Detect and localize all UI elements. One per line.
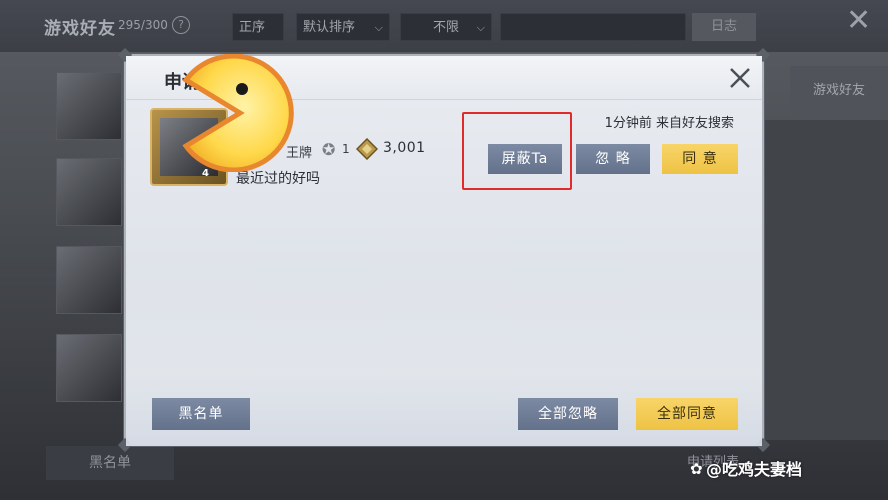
log-button[interactable]: 日志 (692, 13, 756, 41)
accept-button[interactable]: 同 意 (662, 144, 738, 174)
rank-star-icon: ✪ (322, 140, 336, 159)
background-blacklist-tab[interactable]: 黑名单 (46, 446, 174, 480)
score-gem-icon (356, 138, 378, 160)
background-friend-list (56, 68, 128, 428)
ignore-all-button[interactable]: 全部忽略 (518, 398, 618, 430)
search-input[interactable] (500, 13, 686, 41)
friend-avatar[interactable] (56, 334, 122, 402)
order-dropdown-value: 正序 (239, 20, 266, 35)
friend-avatar[interactable] (56, 158, 122, 226)
background-right-panel (760, 120, 888, 440)
pacman-sticker-icon (182, 54, 294, 172)
rank-level: 1 (342, 142, 350, 156)
sort-dropdown[interactable]: 默认排序 ⌵ (296, 13, 390, 41)
sort-dropdown-value: 默认排序 (303, 20, 356, 35)
close-x-icon[interactable] (726, 64, 754, 92)
help-circle-icon[interactable]: ? (172, 16, 190, 34)
accept-all-button[interactable]: 全部同意 (636, 398, 738, 430)
background-title: 游戏好友 (44, 19, 116, 39)
score-value: 3,001 (383, 140, 426, 156)
friend-count: 295/300 (118, 18, 168, 32)
order-dropdown[interactable]: 正序 (232, 13, 284, 41)
filter-dropdown[interactable]: 不限 ⌵ (400, 13, 492, 41)
friend-avatar[interactable] (56, 72, 122, 140)
watermark-logo-icon: ✿ (690, 460, 703, 478)
chevron-down-icon: ⌵ (476, 21, 485, 34)
request-time-source: 1分钟前 来自好友搜索 (604, 116, 734, 131)
ignore-button[interactable]: 忽 略 (576, 144, 650, 174)
background-close-icon[interactable]: ✕ (846, 6, 871, 36)
watermark-text: @吃鸡夫妻档 (706, 460, 803, 479)
blacklist-button[interactable]: 黑名单 (152, 398, 250, 430)
block-button[interactable]: 屏蔽Ta (488, 144, 562, 174)
chevron-down-icon: ⌵ (374, 21, 383, 34)
friend-avatar[interactable] (56, 246, 122, 314)
filter-dropdown-value: 不限 (432, 20, 459, 35)
background-game-friends-tab[interactable]: 游戏好友 (790, 66, 888, 116)
